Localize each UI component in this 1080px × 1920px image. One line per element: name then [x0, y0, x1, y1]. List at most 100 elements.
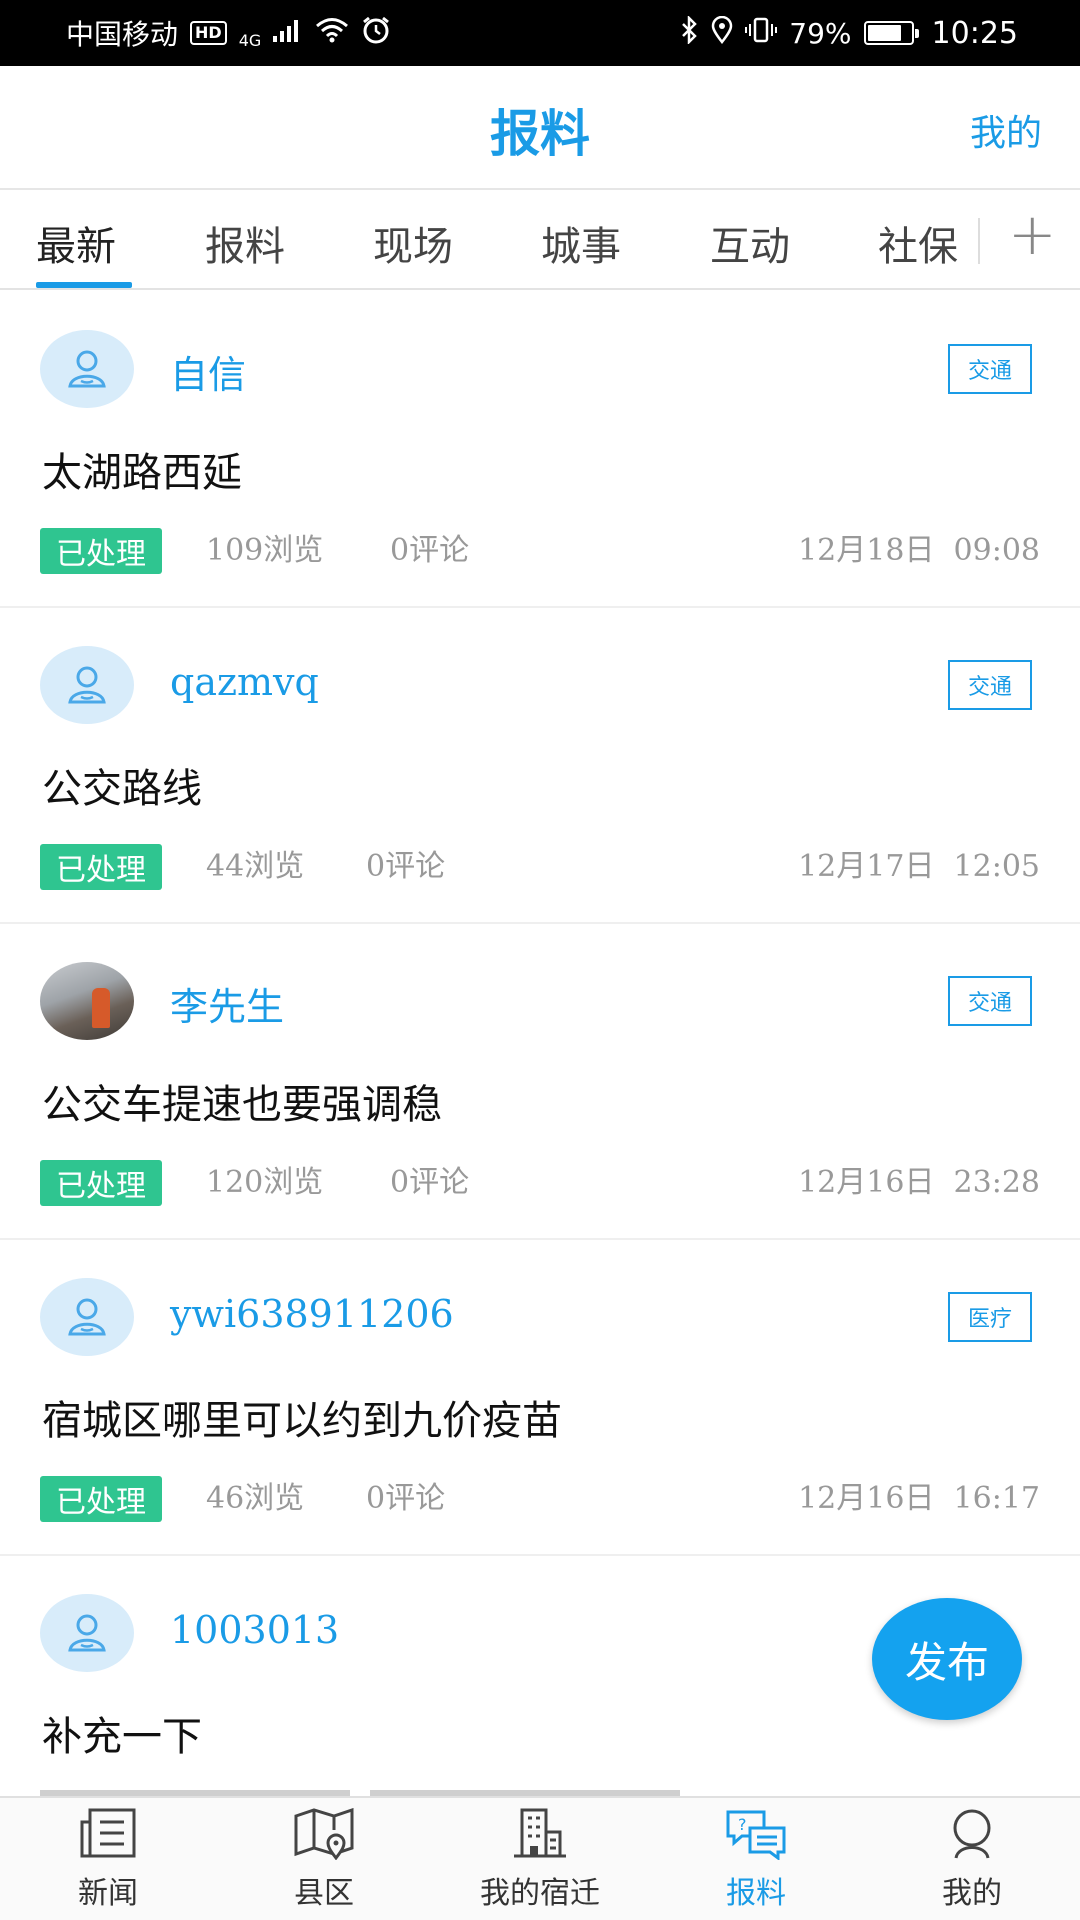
status-badge: 已处理	[40, 528, 162, 574]
post-title[interactable]: 宿城区哪里可以约到九价疫苗	[42, 1388, 562, 1446]
nav-label: 我的宿迁	[480, 1876, 600, 1911]
view-count: 109浏览	[206, 533, 324, 568]
battery-level	[867, 25, 901, 41]
battery-percent: 79%	[789, 16, 852, 50]
post-title[interactable]: 公交车提速也要强调稳	[42, 1072, 442, 1130]
comment-count: 0评论	[390, 533, 470, 568]
view-count: 120浏览	[206, 1165, 324, 1200]
vibrate-icon	[745, 16, 778, 51]
nav-label: 县区	[294, 1876, 354, 1911]
signal-icon	[273, 18, 303, 49]
user-default-icon	[68, 1614, 106, 1652]
post-date: 12月17日	[798, 849, 935, 884]
category-tag: 交通	[948, 344, 1032, 394]
nav-my-suqian[interactable]: 我的宿迁	[432, 1798, 648, 1920]
post-datetime: 12月17日 12:05	[798, 844, 1040, 890]
network-type: 4G	[238, 31, 262, 50]
username[interactable]: 1003013	[170, 1608, 339, 1652]
nav-news[interactable]: 新闻	[0, 1798, 216, 1920]
my-reports-link[interactable]: 我的	[970, 104, 1042, 156]
avatar[interactable]	[40, 646, 134, 724]
status-badge: 已处理	[40, 1476, 162, 1522]
username[interactable]: 李先生	[170, 976, 284, 1031]
user-icon	[953, 1809, 991, 1859]
avatar-photo	[92, 988, 110, 1028]
view-count: 44浏览	[206, 849, 305, 884]
report-feed: 自信 交通 太湖路西延 已处理 109浏览 0评论 12月18日 09:08 q…	[0, 292, 1080, 1796]
status-badge: 已处理	[40, 1160, 162, 1206]
status-bar: 中国移动 HD 4G 79% 10:25	[0, 0, 1080, 66]
list-item[interactable]: 李先生 交通 公交车提速也要强调稳 已处理 120浏览 0评论 12月16日 2…	[0, 924, 1080, 1240]
bottom-nav: 新闻 县区 我的宿迁 ? 报料 我的	[0, 1796, 1080, 1920]
nav-mine[interactable]: 我的	[864, 1798, 1080, 1920]
nav-label: 我的	[942, 1876, 1002, 1911]
app-header: 报料 我的	[0, 66, 1080, 190]
carrier-name: 中国移动	[66, 18, 179, 51]
post-time: 09:08	[953, 533, 1040, 568]
post-date: 12月16日	[798, 1481, 935, 1516]
status-right: 79% 10:25	[679, 14, 1018, 51]
post-datetime: 12月16日 16:17	[798, 1476, 1040, 1522]
tab-latest[interactable]: 最新	[36, 214, 116, 272]
post-title[interactable]: 公交路线	[42, 756, 202, 814]
username[interactable]: ywi638911206	[170, 1292, 454, 1336]
user-default-icon	[68, 350, 106, 388]
post-meta: 已处理 44浏览 0评论 12月17日 12:05	[40, 844, 1040, 890]
username[interactable]: qazmvq	[170, 660, 319, 704]
post-date: 12月16日	[798, 1165, 935, 1200]
map-icon	[294, 1808, 354, 1860]
tab-scene[interactable]: 现场	[373, 214, 453, 272]
avatar[interactable]	[40, 962, 134, 1040]
status-left: 中国移动 HD 4G	[66, 13, 391, 53]
building-icon	[514, 1808, 566, 1858]
chat-report-icon: ?	[726, 1810, 786, 1860]
nav-label: 报料	[726, 1876, 786, 1911]
post-time: 12:05	[953, 849, 1040, 884]
svg-text:?: ?	[738, 1815, 747, 1834]
nav-county[interactable]: 县区	[216, 1798, 432, 1920]
category-tag: 医疗	[948, 1292, 1032, 1342]
tab-report[interactable]: 报料	[205, 214, 285, 272]
status-badge: 已处理	[40, 844, 162, 890]
category-tag: 交通	[948, 660, 1032, 710]
publish-button[interactable]: 发布	[872, 1598, 1022, 1720]
hd-badge: HD	[190, 21, 227, 45]
list-item[interactable]: 自信 交通 太湖路西延 已处理 109浏览 0评论 12月18日 09:08	[0, 292, 1080, 608]
active-tab-indicator	[36, 282, 132, 288]
list-item[interactable]: qazmvq 交通 公交路线 已处理 44浏览 0评论 12月17日 12:05	[0, 608, 1080, 924]
add-tab-button[interactable]: +	[1008, 200, 1057, 268]
tab-interaction[interactable]: 互动	[710, 214, 790, 272]
post-title[interactable]: 补充一下	[42, 1704, 202, 1762]
tab-city[interactable]: 城事	[541, 214, 621, 272]
nav-report[interactable]: ? 报料	[648, 1798, 864, 1920]
user-default-icon	[68, 1298, 106, 1336]
post-meta: 已处理 120浏览 0评论 12月16日 23:28	[40, 1160, 1040, 1206]
view-count: 46浏览	[206, 1481, 305, 1516]
username[interactable]: 自信	[170, 344, 246, 399]
newspaper-icon	[80, 1808, 136, 1858]
list-item[interactable]: ywi638911206 医疗 宿城区哪里可以约到九价疫苗 已处理 46浏览 0…	[0, 1240, 1080, 1556]
post-meta: 已处理 109浏览 0评论 12月18日 09:08	[40, 528, 1040, 574]
avatar[interactable]	[40, 330, 134, 408]
location-icon	[711, 15, 733, 51]
avatar[interactable]	[40, 1278, 134, 1356]
post-datetime: 12月16日 23:28	[798, 1160, 1040, 1206]
page-title: 报料	[490, 105, 590, 163]
comment-count: 0评论	[366, 849, 446, 884]
category-tag: 交通	[948, 976, 1032, 1026]
category-tabs: 最新 报料 现场 城事 互动 社保 +	[0, 190, 1080, 290]
comment-count: 0评论	[390, 1165, 470, 1200]
tab-divider	[978, 218, 980, 264]
comment-count: 0评论	[366, 1481, 446, 1516]
tab-social-security[interactable]: 社保	[878, 214, 958, 272]
clock: 10:25	[931, 15, 1018, 51]
post-date: 12月18日	[798, 533, 935, 568]
post-meta: 已处理 46浏览 0评论 12月16日 16:17	[40, 1476, 1040, 1522]
user-default-icon	[68, 666, 106, 704]
bluetooth-icon	[679, 14, 699, 51]
post-title[interactable]: 太湖路西延	[42, 440, 242, 498]
nav-label: 新闻	[78, 1876, 138, 1911]
avatar[interactable]	[40, 1594, 134, 1672]
alarm-icon	[361, 16, 391, 51]
post-datetime: 12月18日 09:08	[798, 528, 1040, 574]
